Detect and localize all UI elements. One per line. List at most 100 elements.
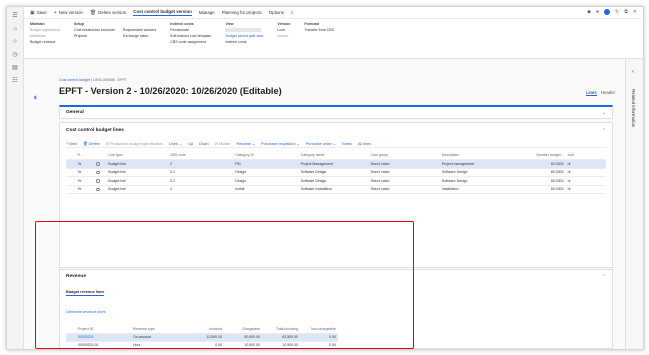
line-type-cell[interactable]: Budget line (106, 185, 169, 194)
project-id-cell[interactable]: 00000203 (76, 333, 131, 342)
ribbon-action[interactable]: Budget revenue (30, 40, 60, 44)
toolbar-action[interactable]: Notes (342, 142, 352, 146)
project-id-cell[interactable]: 00000203-01 (76, 341, 131, 349)
ribbon-action[interactable]: Recalculate (170, 28, 211, 32)
total-invoicing-cell[interactable]: 5,195.00 (262, 349, 300, 350)
revenue-type-cell[interactable]: Hour (131, 341, 186, 349)
column-header[interactable]: CBS code (168, 151, 234, 160)
ribbon-action[interactable]: Unlock (277, 34, 288, 38)
ribbon-tab-2[interactable]: 🗑 Delete version (90, 10, 126, 16)
column-header[interactable] (94, 151, 107, 160)
table-row[interactable]: Ye Budget line 3.2 Design Software Design Dir… (66, 176, 606, 186)
unit-cell[interactable]: hr (565, 185, 606, 194)
invoiced-cell[interactable]: 0.00 (186, 349, 224, 350)
category-name-cell[interactable]: Project Management (298, 159, 369, 169)
project-id-cell[interactable]: 00000203-01 (76, 349, 131, 350)
chargeable-cell[interactable]: 50,000.00 (224, 333, 262, 342)
chargeable-cell[interactable]: 10,500.00 (224, 341, 262, 349)
home-icon[interactable]: ⌂ (11, 25, 19, 33)
ribbon-tab-5[interactable]: Planning for projects (222, 10, 262, 15)
generate-revenue-lines-button[interactable]: Generate revenue lines (66, 310, 105, 314)
cbs-code-cell[interactable]: 2 (168, 159, 234, 169)
chevron-left-icon[interactable]: ‹ (632, 69, 634, 75)
unit-cell[interactable]: hr (565, 176, 606, 186)
restore-icon[interactable]: ⧉ (624, 9, 628, 15)
table-row[interactable]: Ye Budget line 3.1 Design Software Design Dir… (66, 168, 606, 177)
breadcrumb-link[interactable]: Cost control budget (59, 78, 90, 82)
ribbon-tab-0[interactable]: ▣ Save (30, 10, 47, 16)
row-check-cell[interactable] (66, 176, 76, 186)
line-type-cell[interactable]: Budget line (106, 168, 169, 177)
description-cell[interactable]: Project management (439, 159, 528, 169)
table-row[interactable]: 00000203 On-account 12,500.00 50,000.00 62,5… (66, 333, 338, 342)
ribbon-tab-6[interactable]: Options (269, 10, 284, 15)
cbs-code-cell[interactable]: 4 (168, 185, 234, 194)
column-header[interactable]: Project ID (76, 325, 131, 334)
clock-icon[interactable]: ◷ (11, 51, 19, 59)
toolbar-action[interactable]: Purchase order ⌄ (306, 141, 336, 146)
ribbon-action[interactable]: Lock (277, 28, 288, 32)
diamond-icon[interactable]: ◆ (587, 9, 591, 15)
line-type-cell[interactable]: Budget line (106, 176, 169, 186)
category-name-cell[interactable]: Software Design (298, 168, 369, 177)
column-header[interactable]: Category name (298, 151, 369, 160)
column-header[interactable]: Invoiced (186, 325, 224, 334)
category-id-cell[interactable]: Install (233, 185, 299, 194)
toolbar-action[interactable]: 🗑 Delete (83, 141, 100, 146)
row-check-cell[interactable] (66, 341, 76, 349)
ribbon-action[interactable]: CBS code assignment (170, 40, 211, 44)
toolbar-action[interactable]: Down (199, 142, 209, 146)
ribbon-tab-7[interactable]: ⌕ (291, 10, 294, 16)
category-id-cell[interactable]: Design (233, 168, 299, 177)
table-row[interactable]: Ye Budget line 4 Install Software Installati… (66, 185, 606, 194)
ribbon-action[interactable]: Transfer from CBS (304, 28, 334, 32)
cost-group-cell[interactable]: Direct Labor (368, 168, 440, 177)
ribbon-action[interactable]: Cost breakdown structure (74, 28, 115, 32)
unit-cell[interactable]: hr (565, 159, 606, 169)
number-budget-cell[interactable]: 80.0000 (527, 176, 566, 186)
cost-group-cell[interactable]: Direct Labor (368, 176, 440, 186)
total-invoicing-cell[interactable]: 62,500.00 (262, 333, 300, 342)
column-header[interactable]: Revenue type (131, 325, 186, 334)
related-information-pane[interactable]: ‹ Related information (625, 59, 643, 349)
number-budget-cell[interactable]: 80.0000 (527, 159, 566, 169)
view-header-tab[interactable]: Header (601, 90, 615, 96)
row-check-cell[interactable] (66, 159, 76, 169)
row-check-cell[interactable] (66, 349, 76, 350)
ribbon-tab-3[interactable]: Cost control budget version (133, 9, 192, 16)
cbs-code-cell[interactable]: 3.2 (168, 176, 234, 186)
description-cell[interactable]: Installation (439, 185, 528, 194)
general-fasttab[interactable]: General ⌄ (59, 105, 613, 119)
settings-icon[interactable]: ● (596, 9, 599, 15)
table-row[interactable]: 00000203-01 Hour 0.00 10,500.00 10,500.00 0.0… (66, 341, 338, 349)
menu-icon[interactable]: ☰ (11, 12, 19, 20)
column-header[interactable]: Chargeable (224, 325, 262, 334)
filter-icon[interactable]: ⩩ (34, 95, 37, 101)
ribbon-action[interactable]: Budget period split view (225, 34, 263, 38)
toolbar-action[interactable]: Up (188, 142, 193, 146)
toolbar-action[interactable]: + New (66, 142, 77, 146)
toolbar-action[interactable]: Lines ⌄ (169, 141, 182, 146)
non-chargeable-cell[interactable]: 0.00 (300, 333, 338, 342)
toolbar-action[interactable]: Rename ⌄ (237, 141, 256, 146)
ribbon-action[interactable]: Exchange rates (123, 34, 156, 38)
invoiced-cell[interactable]: 0.00 (186, 341, 224, 349)
star-icon[interactable]: ☆ (11, 38, 19, 46)
total-invoicing-cell[interactable]: 10,500.00 (262, 341, 300, 349)
ribbon-action[interactable]: Projects (74, 34, 115, 38)
column-header[interactable]: Non-chargeable (300, 325, 338, 334)
ribbon-tab-4[interactable]: Manage (199, 10, 215, 15)
cost-group-cell[interactable]: Direct Labor (368, 159, 440, 169)
ribbon-tab-1[interactable]: + New version (54, 10, 83, 16)
revenue-type-cell[interactable]: On-account (131, 333, 186, 342)
ribbon-action[interactable]: Budget adjustment (30, 28, 60, 32)
column-header[interactable]: Number budget... (527, 151, 566, 160)
toolbar-action[interactable]: All lines (358, 142, 371, 146)
non-chargeable-cell[interactable]: 0.00 (300, 341, 338, 349)
line-type-cell[interactable]: Budget line (106, 159, 169, 169)
category-id-cell[interactable]: PM (233, 159, 299, 169)
column-header[interactable]: Line type (106, 151, 169, 160)
cost-group-cell[interactable]: Direct Labor (368, 185, 440, 194)
workspace-icon[interactable]: ▤ (11, 64, 19, 72)
chargeable-cell[interactable]: 5,195.00 (224, 349, 262, 350)
